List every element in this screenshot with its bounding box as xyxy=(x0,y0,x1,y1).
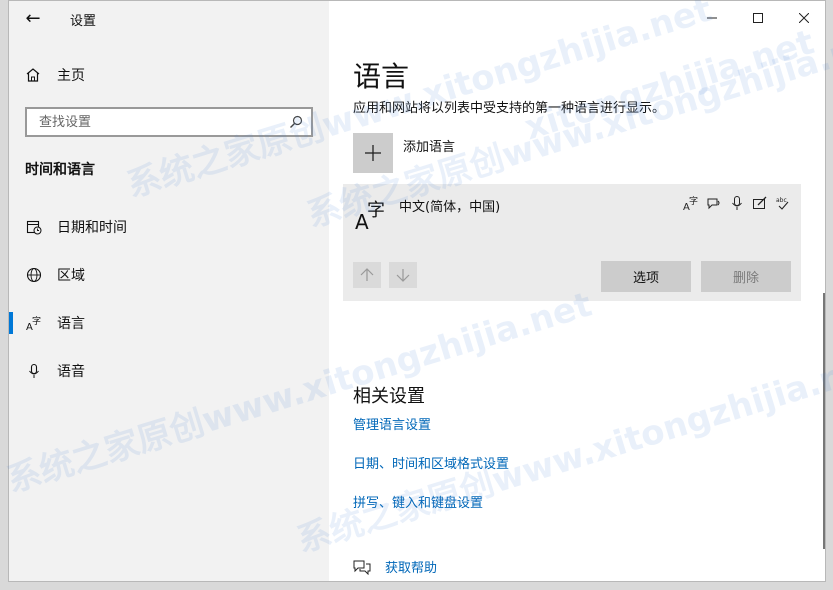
speech-icon xyxy=(705,194,722,211)
scrollbar[interactable] xyxy=(823,293,825,549)
home-icon xyxy=(26,68,40,82)
delete-button[interactable]: 删除 xyxy=(701,261,791,292)
search-icon[interactable] xyxy=(289,115,303,129)
page-description: 应用和网站将以列表中受支持的第一种语言进行显示。 xyxy=(353,101,666,116)
sidebar-item-speech[interactable]: 语音 xyxy=(9,347,329,395)
related-settings-title: 相关设置 xyxy=(353,386,425,407)
sidebar-item-region[interactable]: 区域 xyxy=(9,251,329,299)
date-region-format-link[interactable]: 日期、时间和区域格式设置 xyxy=(353,453,509,472)
svg-text:abc: abc xyxy=(776,197,787,204)
svg-text:字: 字 xyxy=(689,195,698,207)
sidebar-item-label: 语言 xyxy=(57,316,85,332)
add-language-box[interactable] xyxy=(353,133,393,173)
back-button[interactable]: ← xyxy=(21,7,45,29)
calendar-clock-icon xyxy=(25,218,43,236)
section-title: 时间和语言 xyxy=(25,162,95,178)
sidebar-home[interactable]: 主页 xyxy=(25,63,85,87)
microphone-icon xyxy=(728,194,745,211)
search-input[interactable] xyxy=(37,113,261,131)
options-button[interactable]: 选项 xyxy=(601,261,691,292)
sidebar-item-label: 区域 xyxy=(57,268,85,284)
spellcheck-icon: abc xyxy=(774,194,791,211)
close-button[interactable] xyxy=(781,1,825,35)
svg-text:字: 字 xyxy=(367,200,385,221)
maximize-icon xyxy=(753,13,763,23)
spelling-typing-keyboard-link[interactable]: 拼写、键入和键盘设置 xyxy=(353,492,483,511)
sidebar-item-label: 日期和时间 xyxy=(57,220,127,236)
window-controls xyxy=(689,1,825,35)
display-language-icon: A 字 xyxy=(682,194,699,211)
sidebar: ← 设置 主页 时间和语言 xyxy=(9,1,329,581)
maximize-button[interactable] xyxy=(735,1,781,35)
microphone-icon xyxy=(25,362,43,380)
svg-text:字: 字 xyxy=(32,315,41,327)
arrow-up-icon xyxy=(360,268,374,281)
close-icon xyxy=(799,13,809,23)
minimize-button[interactable] xyxy=(689,1,735,35)
app-title: 设置 xyxy=(70,14,97,29)
help-chat-icon xyxy=(353,560,371,575)
globe-icon xyxy=(25,266,43,284)
add-language-label: 添加语言 xyxy=(403,140,456,155)
minimize-icon xyxy=(707,17,717,19)
manage-language-link[interactable]: 管理语言设置 xyxy=(353,414,431,433)
move-down-button[interactable] xyxy=(389,262,417,288)
back-arrow-icon: ← xyxy=(25,7,41,29)
language-icon: A 字 xyxy=(355,200,385,232)
move-up-button[interactable] xyxy=(353,262,381,288)
language-list-item[interactable]: A 字 中文(简体，中国) A 字 abc 选项 删除 xyxy=(343,184,801,301)
sidebar-item-language[interactable]: A 字 语言 xyxy=(9,299,329,347)
main-content: 语言 应用和网站将以列表中受支持的第一种语言进行显示。 添加语言 A 字 中文(… xyxy=(329,1,825,581)
language-features: A 字 abc xyxy=(682,194,791,211)
sidebar-item-date-time[interactable]: 日期和时间 xyxy=(9,203,329,251)
sidebar-home-label: 主页 xyxy=(57,68,85,84)
arrow-down-icon xyxy=(396,269,410,282)
settings-window: ← 设置 主页 时间和语言 xyxy=(8,0,826,582)
sidebar-nav: 日期和时间 区域 A 字 语言 语音 xyxy=(9,203,329,395)
titlebar: ← 设置 xyxy=(9,1,329,35)
add-language-button[interactable]: 添加语言 xyxy=(353,133,455,173)
language-name: 中文(简体，中国) xyxy=(399,200,501,215)
get-help-label: 获取帮助 xyxy=(385,561,438,576)
search-box[interactable] xyxy=(25,107,313,137)
sidebar-item-label: 语音 xyxy=(57,364,85,380)
plus-icon xyxy=(365,145,381,161)
language-icon: A 字 xyxy=(25,314,43,332)
get-help-link[interactable]: 获取帮助 xyxy=(353,557,437,576)
page-title: 语言 xyxy=(353,60,410,93)
handwriting-icon xyxy=(751,194,768,211)
